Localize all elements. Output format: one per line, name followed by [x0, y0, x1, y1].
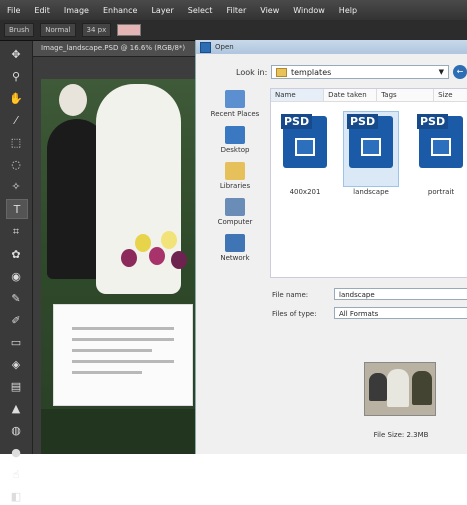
blur-icon[interactable]: ◍	[6, 421, 26, 439]
place-label: Network	[220, 254, 250, 262]
file-item-selected[interactable]: PSD landscape	[341, 111, 401, 196]
crop-icon[interactable]: ⌗	[6, 223, 26, 241]
size-field[interactable]: 34 px	[81, 23, 112, 37]
lasso-icon[interactable]: ◌	[6, 155, 26, 173]
place-label: Desktop	[220, 146, 250, 154]
file-type-badge: PSD	[281, 114, 313, 129]
mode-select[interactable]: Normal	[40, 23, 76, 37]
desktop-icon	[225, 126, 245, 144]
recent-places-icon	[225, 90, 245, 108]
column-size[interactable]: Size	[434, 89, 467, 101]
menu-layer[interactable]: Layer	[144, 6, 180, 15]
look-in-value: templates	[291, 67, 332, 77]
menu-select[interactable]: Select	[181, 6, 220, 15]
menu-window[interactable]: Window	[286, 6, 332, 15]
magic-wand-icon[interactable]: ✧	[6, 177, 26, 195]
file-name: 400x201	[289, 188, 321, 196]
file-type-label: Files of type:	[272, 310, 317, 318]
color-swatch[interactable]	[117, 24, 142, 36]
image-icon	[295, 138, 315, 156]
preview-thumbnail	[364, 362, 436, 416]
column-name[interactable]: Name	[271, 89, 325, 101]
place-desktop[interactable]: Desktop	[204, 126, 266, 154]
document-tab[interactable]: Image_landscape.PSD @ 16.6% (RGB/8*)	[33, 41, 195, 57]
menu-filter[interactable]: Filter	[219, 6, 253, 15]
photo-card	[53, 304, 193, 406]
red-eye-icon[interactable]: ◉	[6, 267, 26, 285]
back-icon[interactable]: ←	[453, 65, 467, 79]
dialog-title: Open	[215, 43, 234, 51]
folder-icon	[276, 67, 287, 77]
app-icon	[200, 41, 211, 53]
file-item[interactable]: PSD 400x201	[275, 112, 335, 196]
chevron-down-icon: ▼	[438, 68, 444, 76]
move-icon[interactable]: ✥	[6, 45, 26, 63]
file-type-badge: PSD	[417, 114, 449, 129]
file-list: Name Date taken Tags Size PSD 400x201 PS…	[270, 88, 467, 278]
document-canvas[interactable]	[41, 79, 195, 454]
file-name-label: File name:	[272, 291, 309, 299]
place-recent[interactable]: Recent Places	[204, 90, 266, 118]
open-dialog: Open Look in: templates ▼ ← Recent Place…	[195, 40, 467, 454]
place-label: Recent Places	[210, 110, 260, 118]
eraser-icon[interactable]: ▭	[6, 333, 26, 351]
photo-flowers	[121, 229, 191, 289]
color-swatch-icon[interactable]: ◧	[6, 487, 26, 505]
menu-enhance[interactable]: Enhance	[96, 6, 145, 15]
menu-help[interactable]: Help	[332, 6, 364, 15]
menu-image[interactable]: Image	[57, 6, 96, 15]
place-label: Libraries	[219, 182, 251, 190]
file-type-badge: PSD	[347, 114, 379, 129]
place-libraries[interactable]: Libraries	[204, 162, 266, 190]
smudge-icon[interactable]: ☝	[6, 465, 26, 483]
menu-file[interactable]: File	[0, 6, 27, 15]
file-name: landscape	[353, 188, 389, 196]
cookie-cutter-icon[interactable]: ✿	[6, 245, 26, 263]
paint-bucket-icon[interactable]: ◈	[6, 355, 26, 373]
menu-edit[interactable]: Edit	[27, 6, 57, 15]
image-icon	[361, 138, 381, 156]
libraries-icon	[225, 162, 245, 180]
place-network[interactable]: Network	[204, 234, 266, 262]
menu-bar: File Edit Image Enhance Layer Select Fil…	[0, 0, 467, 20]
file-name: portrait	[427, 188, 455, 196]
file-item[interactable]: PSD portrait	[411, 112, 467, 196]
dialog-title-bar: Open	[196, 40, 467, 54]
column-tags[interactable]: Tags	[377, 89, 435, 101]
menu-view[interactable]: View	[253, 6, 286, 15]
brush-icon[interactable]: ✎	[6, 289, 26, 307]
photo-floor	[41, 409, 195, 454]
psd-file-icon: PSD	[417, 114, 463, 168]
place-label: Computer	[217, 218, 253, 226]
options-bar: Brush Normal 34 px	[0, 20, 467, 41]
document-window: Image_landscape.PSD @ 16.6% (RGB/8*)	[33, 41, 195, 454]
pencil-icon[interactable]: ✐	[6, 311, 26, 329]
network-icon	[225, 234, 245, 252]
type-icon[interactable]: T	[6, 199, 28, 219]
place-computer[interactable]: Computer	[204, 198, 266, 226]
image-icon	[431, 138, 451, 156]
computer-icon	[225, 198, 245, 216]
zoom-icon[interactable]: ⚲	[6, 67, 26, 85]
psd-file-icon: PSD	[347, 114, 393, 168]
file-type-select[interactable]: All Formats	[334, 307, 467, 319]
file-name-field[interactable]: landscape	[334, 288, 467, 300]
column-date[interactable]: Date taken	[324, 89, 378, 101]
file-items: PSD 400x201 PSD landscape PSD portrait	[271, 102, 467, 272]
psd-file-icon: PSD	[281, 114, 327, 168]
shape-icon[interactable]: ▲	[6, 399, 26, 417]
eyedropper-icon[interactable]: ⁄	[6, 111, 26, 129]
places-bar: Recent Places Desktop Libraries Computer…	[204, 90, 266, 270]
file-size-label: File Size: 2.3MB	[373, 431, 429, 439]
sponge-icon[interactable]: ●	[6, 443, 26, 461]
look-in-label: Look in:	[236, 68, 268, 77]
photo-person-head	[59, 84, 87, 116]
toolbox: ✥ ⚲ ✋ ⁄ ⬚ ◌ ✧ T ⌗ ✿ ◉ ✎ ✐ ▭ ◈ ▤ ▲ ◍ ● ☝ …	[0, 41, 33, 503]
look-in-select[interactable]: templates ▼	[271, 65, 449, 79]
column-headers: Name Date taken Tags Size	[271, 89, 467, 102]
brush-preset-select[interactable]: Brush	[4, 23, 35, 37]
gradient-icon[interactable]: ▤	[6, 377, 26, 395]
marquee-icon[interactable]: ⬚	[6, 133, 26, 151]
hand-icon[interactable]: ✋	[6, 89, 26, 107]
